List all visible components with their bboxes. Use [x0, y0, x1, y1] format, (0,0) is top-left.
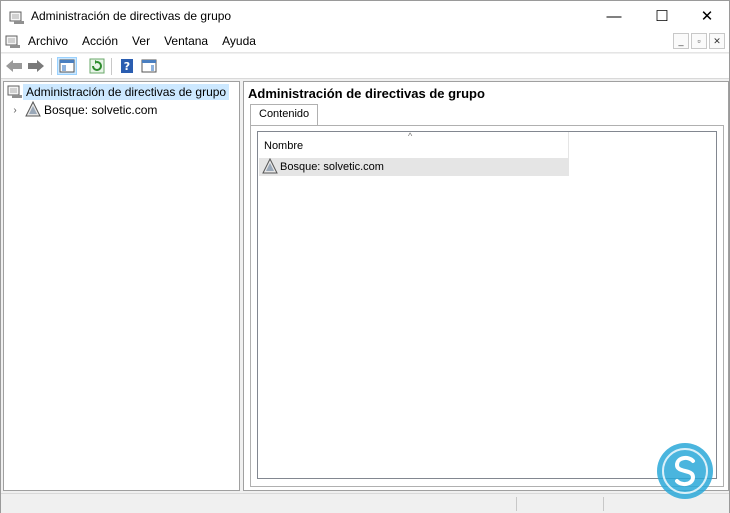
expand-chevron-icon[interactable]: › [9, 105, 21, 116]
solvetic-watermark-logo [655, 441, 715, 501]
forward-icon[interactable] [26, 57, 46, 75]
menu-archivo[interactable]: Archivo [21, 31, 75, 53]
toolbar: ? [1, 54, 729, 79]
refresh-icon[interactable] [87, 57, 107, 75]
maximize-button[interactable]: ☐ [639, 1, 685, 31]
toolbar-separator [111, 58, 112, 75]
forest-icon [262, 157, 278, 177]
menu-accion[interactable]: Acción [75, 31, 125, 53]
menu-ver[interactable]: Ver [125, 31, 157, 53]
gpmc-app-icon [9, 9, 25, 25]
sort-ascending-icon: ^ [408, 131, 413, 141]
tree-item-gpmc-root[interactable]: Administración de directivas de grupo [7, 83, 230, 102]
svg-text:?: ? [124, 60, 130, 73]
tab-contenido[interactable]: Contenido [250, 104, 319, 126]
results-header: Administración de directivas de grupo [248, 86, 485, 101]
mdi-controls: _ ▫ ✕ [673, 33, 725, 49]
window-title: Administración de directivas de grupo [31, 9, 232, 23]
column-header-nombre[interactable]: ^ Nombre [258, 131, 569, 158]
action-pane-icon[interactable] [139, 57, 159, 75]
tree-item-forest[interactable]: › Bosque: solvetic.com [9, 100, 160, 120]
system-menu-icon[interactable] [5, 34, 21, 50]
status-bar [1, 493, 729, 513]
tree-forest-label: Bosque: solvetic.com [44, 103, 158, 117]
results-pane: Administración de directivas de grupo Co… [243, 81, 729, 491]
status-divider [603, 497, 604, 511]
mdi-close-button[interactable]: ✕ [709, 33, 725, 49]
forest-icon [25, 100, 41, 120]
menu-bar: Archivo Acción Ver Ventana Ayuda _ ▫ ✕ [1, 31, 729, 53]
gpmc-root-icon [7, 83, 23, 102]
forest-list: ^ Nombre Bosque: solvetic.com [257, 131, 717, 479]
column-label: Nombre [264, 140, 304, 152]
show-hide-tree-icon[interactable] [57, 57, 77, 75]
close-button[interactable]: ✕ [684, 1, 730, 31]
mdi-minimize-button[interactable]: _ [673, 33, 689, 49]
list-item[interactable]: Bosque: solvetic.com [259, 157, 569, 177]
toolbar-separator [51, 58, 52, 75]
help-icon[interactable]: ? [117, 57, 137, 75]
mmc-window: Administración de directivas de grupo — … [0, 0, 730, 513]
title-bar: Administración de directivas de grupo — … [1, 1, 729, 31]
tree-root-label: Administración de directivas de grupo [23, 84, 230, 100]
status-divider [516, 497, 517, 511]
list-item-label: Bosque: solvetic.com [280, 161, 384, 173]
back-icon[interactable] [4, 57, 24, 75]
minimize-button[interactable]: — [591, 1, 637, 31]
tab-content-area: ^ Nombre Bosque: solvetic.com [250, 125, 724, 487]
console-tree: Administración de directivas de grupo › … [3, 81, 240, 491]
menu-ventana[interactable]: Ventana [157, 31, 215, 53]
mdi-restore-button[interactable]: ▫ [691, 33, 707, 49]
menu-ayuda[interactable]: Ayuda [215, 31, 263, 53]
menu-items: Archivo Acción Ver Ventana Ayuda [21, 31, 263, 53]
